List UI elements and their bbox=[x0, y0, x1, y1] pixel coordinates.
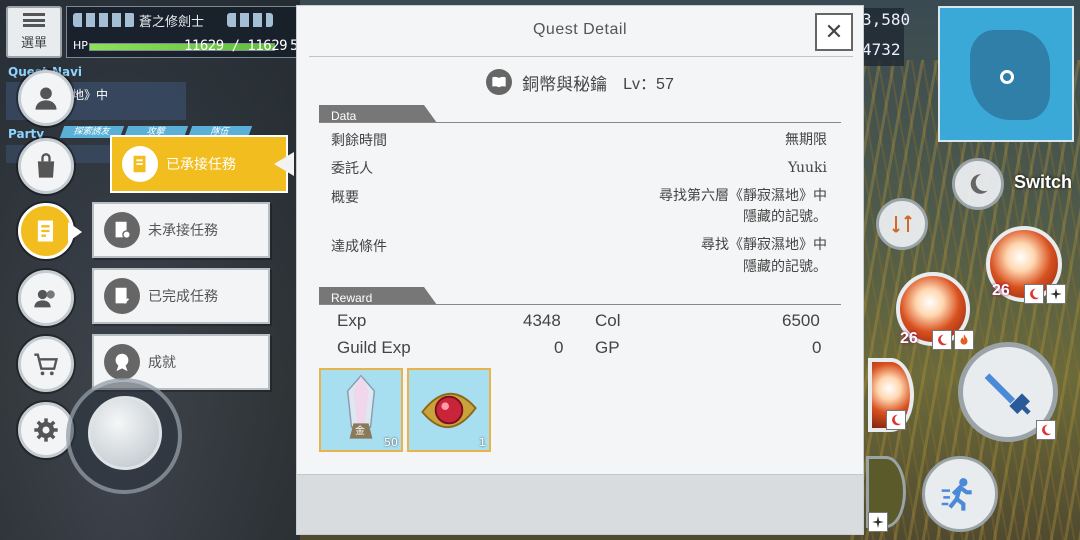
item-quantity: 50 bbox=[384, 436, 398, 449]
submenu-label: 已承接任務 bbox=[166, 157, 236, 173]
submenu-pointer bbox=[274, 152, 294, 176]
hex-decoration-right bbox=[227, 13, 273, 27]
crescent-small-icon bbox=[932, 330, 952, 350]
row-value: 尋找第六層《靜寂濕地》中 bbox=[659, 188, 827, 204]
submenu-label: 成就 bbox=[148, 355, 176, 371]
dialog-title: Quest Detail bbox=[532, 21, 628, 38]
close-button[interactable]: ✕ bbox=[815, 13, 853, 51]
crescent-icon bbox=[970, 174, 988, 194]
row-label: 委託人 bbox=[331, 161, 373, 177]
col-label: Col bbox=[595, 311, 621, 330]
crescent-small-icon bbox=[1036, 420, 1056, 440]
skill-level-1: 26 bbox=[992, 282, 1010, 299]
reward-item-crystal[interactable]: 金 50 bbox=[319, 368, 403, 452]
shop-button[interactable] bbox=[18, 336, 74, 392]
row-value: Yuuki bbox=[787, 160, 827, 176]
unaccepted-quest-icon bbox=[104, 212, 140, 248]
exp-label: Exp bbox=[337, 311, 367, 330]
sparkle-icon bbox=[868, 512, 888, 532]
switch-button[interactable] bbox=[952, 158, 1004, 210]
dialog-footer bbox=[297, 474, 863, 534]
hp-label: HP bbox=[73, 39, 88, 52]
submenu-completed-quests[interactable]: 已完成任務 bbox=[92, 268, 270, 324]
hp-value: 11629 / 11629 bbox=[184, 38, 288, 54]
quest-button[interactable] bbox=[18, 203, 74, 259]
swap-icon bbox=[892, 215, 912, 233]
quest-header: 銅幣與秘鑰 Lv：57 bbox=[297, 69, 863, 95]
sword-icon bbox=[984, 373, 1031, 415]
dash-icon bbox=[941, 478, 972, 511]
row-label: 概要 bbox=[331, 190, 359, 206]
crescent-small-icon bbox=[1024, 284, 1044, 304]
ruby-brooch-icon bbox=[421, 392, 477, 429]
crescent-small-icon bbox=[886, 410, 906, 430]
quest-detail-dialog: Quest Detail ✕ 銅幣與秘鑰 Lv：57 Data 剩餘時間 無期限… bbox=[296, 5, 864, 535]
gear-icon bbox=[34, 418, 58, 442]
currency-value-2: 4732 bbox=[862, 40, 901, 59]
submenu-label: 未承接任務 bbox=[148, 223, 218, 239]
profile-button[interactable] bbox=[18, 70, 74, 126]
currency-value-1: 3,580 bbox=[862, 10, 911, 29]
sparkle-icon bbox=[1046, 284, 1066, 304]
inventory-button[interactable] bbox=[18, 138, 74, 194]
quest-level: Lv：57 bbox=[623, 76, 674, 93]
guild-exp-value: 0 bbox=[554, 338, 564, 357]
item-quantity: 1 bbox=[479, 436, 486, 449]
dash-button[interactable] bbox=[922, 456, 998, 532]
minimap[interactable] bbox=[938, 6, 1074, 142]
party-icon bbox=[34, 289, 55, 308]
main-menu-button[interactable]: 選單 bbox=[6, 6, 62, 58]
bag-icon bbox=[37, 153, 55, 178]
submenu-accepted-quests[interactable]: 已承接任務 bbox=[110, 135, 288, 193]
profile-icon bbox=[35, 87, 57, 110]
row-value: 隱藏的記號。 bbox=[743, 259, 827, 275]
joystick-knob[interactable] bbox=[88, 396, 162, 470]
submenu-unaccepted-quests[interactable]: 未承接任務 bbox=[92, 202, 270, 258]
gp-label: GP bbox=[595, 338, 620, 357]
gp-value: 0 bbox=[812, 338, 822, 357]
skill-level-2: 26 bbox=[900, 330, 918, 347]
book-icon bbox=[486, 69, 513, 95]
player-marker-icon bbox=[1000, 70, 1014, 84]
hex-decoration-left bbox=[73, 13, 135, 27]
row-label: 達成條件 bbox=[331, 239, 387, 255]
reward-section-label: Reward bbox=[331, 291, 373, 305]
completed-quest-icon bbox=[104, 278, 140, 314]
menu-label: 選單 bbox=[20, 36, 47, 51]
row-value: 尋找《靜寂濕地》中 bbox=[701, 237, 827, 253]
switch-label: Switch bbox=[1014, 172, 1073, 192]
title-divider bbox=[309, 56, 853, 57]
quest-name: 銅幣與秘鑰 bbox=[522, 74, 608, 95]
fire-icon bbox=[954, 330, 974, 350]
party-button[interactable] bbox=[18, 270, 74, 326]
row-value: 無期限 bbox=[785, 132, 827, 148]
quest-icon bbox=[37, 220, 53, 242]
shop-icon bbox=[34, 353, 58, 376]
reward-item-brooch[interactable]: 1 bbox=[407, 368, 491, 452]
exp-value: 4348 bbox=[523, 311, 561, 330]
crystal-card-label: 金 bbox=[355, 426, 365, 437]
row-label: 剩餘時間 bbox=[331, 133, 387, 149]
active-pointer bbox=[68, 222, 82, 242]
col-value: 6500 bbox=[782, 311, 820, 330]
player-name: 蒼之修劍士 bbox=[139, 15, 205, 30]
guild-exp-label: Guild Exp bbox=[337, 338, 411, 357]
row-value: 隱藏的記號。 bbox=[743, 209, 827, 225]
data-section-label: Data bbox=[331, 109, 357, 123]
swap-weapon-button[interactable] bbox=[876, 198, 928, 250]
close-icon: ✕ bbox=[824, 19, 844, 45]
hamburger-icon bbox=[23, 13, 45, 27]
accepted-quest-icon bbox=[122, 146, 158, 182]
submenu-label: 已完成任務 bbox=[148, 289, 218, 305]
medal-icon bbox=[104, 344, 140, 380]
